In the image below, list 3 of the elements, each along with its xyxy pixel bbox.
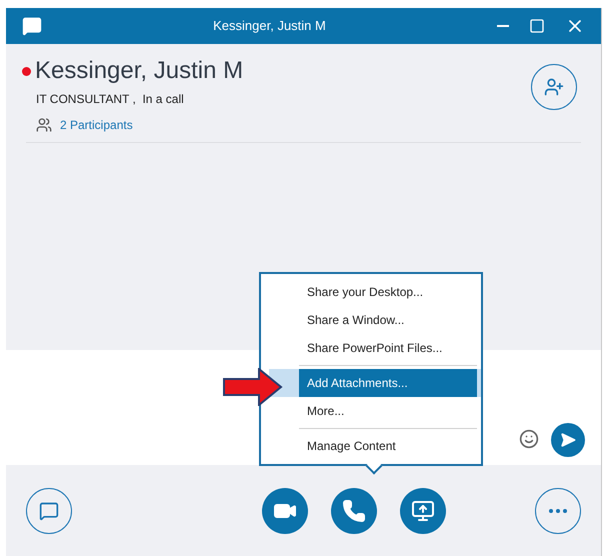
window-title: Kessinger, Justin M	[213, 17, 326, 36]
contact-name: Kessinger, Justin M	[35, 56, 244, 86]
contact-status: IT CONSULTANT , In a call	[36, 91, 185, 108]
